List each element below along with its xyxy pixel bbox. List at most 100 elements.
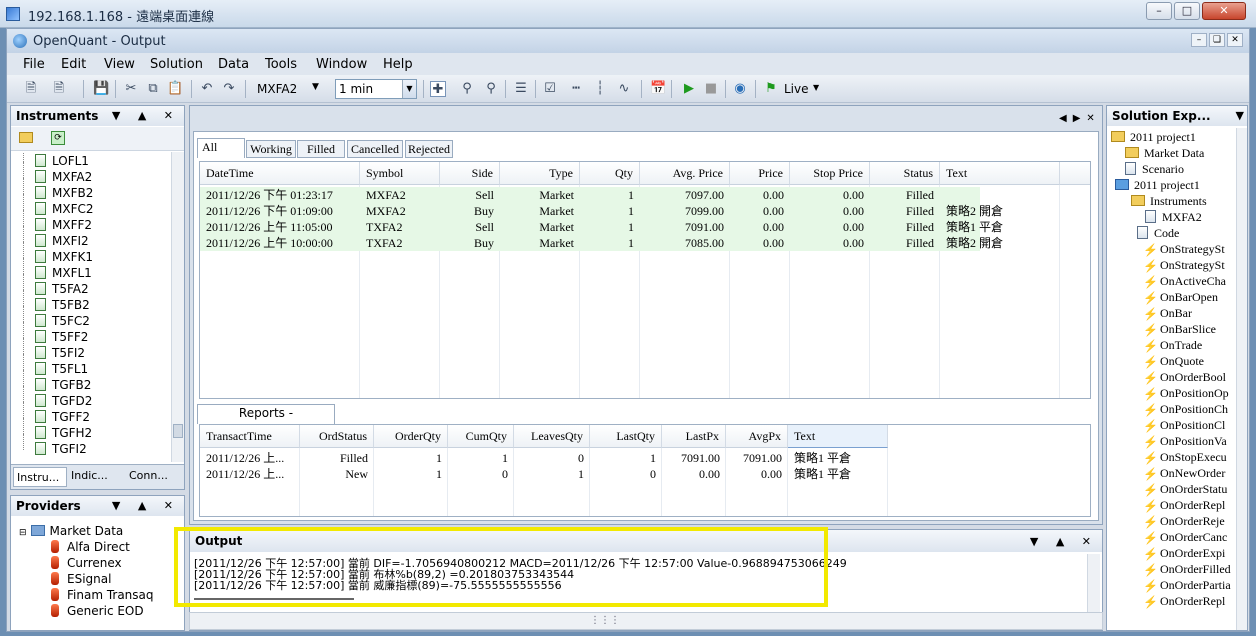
solution-tree-item[interactable]: ⚡ OnActiveCha — [1143, 274, 1226, 289]
order-tab-working[interactable]: Working — [246, 140, 296, 158]
solution-tree-item[interactable]: ⚡ OnOrderReje — [1143, 514, 1225, 529]
open-icon[interactable]: 🗎 — [51, 81, 67, 97]
solution-tree-item[interactable]: ⚡ OnOrderRepl — [1143, 594, 1225, 609]
globe-icon[interactable]: ◉ — [732, 81, 748, 97]
folder-icon[interactable] — [19, 131, 38, 145]
instrument-item[interactable]: MXFF2 — [23, 210, 92, 232]
order-tab-cancelled[interactable]: Cancelled — [347, 140, 403, 158]
solution-tree-item[interactable]: ⚡ OnOrderExpi — [1143, 546, 1225, 561]
solution-tree-item[interactable]: Instruments — [1131, 194, 1207, 209]
orders-column-header[interactable]: Text — [940, 162, 1060, 185]
solution-tree-item[interactable]: ⚡ OnOrderCanc — [1143, 530, 1227, 545]
solution-tree-item[interactable]: ⚡ OnOrderFilled — [1143, 562, 1231, 577]
output-hscrollbar[interactable]: ⋮⋮⋮ — [189, 612, 1103, 630]
instrument-item[interactable]: TGFD2 — [23, 386, 92, 408]
orders-column-header[interactable]: Price — [730, 162, 790, 185]
menu-view[interactable]: View — [104, 57, 135, 72]
orders-column-header[interactable]: Symbol — [360, 162, 440, 185]
solution-tree-item[interactable]: Scenario — [1125, 162, 1184, 177]
collapse-icon[interactable]: ⊟ — [19, 528, 27, 538]
zoom-in-icon[interactable]: ⚲ — [459, 81, 475, 97]
chevron-down-icon[interactable]: ▼ — [1236, 106, 1247, 126]
scrollbar-thumb[interactable] — [173, 424, 183, 438]
minimize-button[interactable]: – — [1146, 2, 1172, 20]
instruments-scrollbar[interactable] — [171, 152, 184, 462]
tab-scroll-icons[interactable]: ◀▶✕ — [1059, 113, 1101, 124]
provider-item[interactable]: Finam Transaq — [51, 588, 154, 602]
close-button[interactable]: ✕ — [1202, 2, 1246, 20]
order-row[interactable]: 2011/12/26 上午 11:05:00 TXFA2 Sell Market 1 70… — [200, 219, 1003, 235]
refresh-icon[interactable]: ⟳ — [51, 131, 65, 145]
reports-column-header[interactable]: TransactTime — [200, 425, 300, 448]
chevron-down-icon[interactable]: ▼ — [402, 80, 416, 98]
instrument-item[interactable]: T5FB2 — [23, 290, 90, 312]
solution-tree-item[interactable]: Market Data — [1125, 146, 1204, 161]
solution-tree-item[interactable]: ⚡ OnBarSlice — [1143, 322, 1216, 337]
line-chart-icon[interactable]: ∿ — [616, 81, 632, 97]
reports-column-header[interactable]: OrdStatus — [300, 425, 374, 448]
crosshair-icon[interactable]: ✚ — [430, 81, 446, 97]
solution-tree-item[interactable]: ⚡ OnStrategySt — [1143, 258, 1225, 273]
order-tab-all[interactable]: All — [197, 138, 245, 158]
tab-connections[interactable]: Conn... — [129, 469, 168, 482]
calendar-icon[interactable]: 📅 — [650, 81, 666, 97]
menu-edit[interactable]: Edit — [61, 57, 86, 72]
menu-help[interactable]: Help — [383, 57, 413, 72]
flag-icon[interactable]: ⚑ — [763, 81, 779, 97]
panel-controls-icon[interactable]: ▼ ▲ ✕ — [112, 106, 180, 126]
instrument-item[interactable]: T5FA2 — [23, 274, 89, 296]
orders-column-header[interactable]: Status — [870, 162, 940, 185]
panel-controls-icon[interactable]: ▼ ▲ ✕ — [112, 496, 180, 516]
redo-icon[interactable]: ↷ — [221, 81, 237, 97]
report-row[interactable]: 2011/12/26 上... Filled 1 1 0 1 7091.00 7091.00 策… — [200, 450, 890, 466]
orders-column-header[interactable]: Avg. Price — [640, 162, 730, 185]
instrument-item[interactable]: MXFI2 — [23, 226, 89, 248]
tab-indicators[interactable]: Indic... — [71, 469, 108, 482]
undo-icon[interactable]: ↶ — [199, 81, 215, 97]
mdi-restore-button[interactable]: ❏ — [1209, 33, 1225, 47]
instrument-item[interactable]: TGFF2 — [23, 402, 90, 424]
order-row[interactable]: 2011/12/26 下午 01:09:00 MXFA2 Buy Market 1 709… — [200, 203, 1003, 219]
instrument-item[interactable]: T5FC2 — [23, 306, 90, 328]
instrument-item[interactable]: T5FL1 — [23, 354, 88, 376]
menu-solution[interactable]: Solution — [150, 57, 203, 72]
orders-column-header[interactable]: Stop Price — [790, 162, 870, 185]
solution-tree-item[interactable]: 2011 project1 — [1115, 178, 1200, 193]
reports-column-header[interactable]: LeavesQty — [514, 425, 590, 448]
instrument-item[interactable]: TGFI2 — [23, 434, 87, 456]
reports-column-header[interactable]: CumQty — [448, 425, 514, 448]
new-icon[interactable]: 🗎 — [23, 81, 39, 97]
mdi-minimize-button[interactable]: – — [1191, 33, 1207, 47]
stop-icon[interactable]: ■ — [703, 81, 719, 97]
mode-dropdown-arrow-icon[interactable]: ▼ — [813, 83, 819, 92]
solution-tree-item[interactable]: ⚡ OnOrderBool — [1143, 370, 1226, 385]
report-row[interactable]: 2011/12/26 上... New 1 0 1 0 0.00 0.00 策略1 平倉 — [200, 466, 890, 482]
order-tab-rejected[interactable]: Rejected — [405, 140, 453, 158]
provider-item[interactable]: Currenex — [51, 556, 122, 570]
solution-tree-item[interactable]: ⚡ OnOrderPartia — [1143, 578, 1231, 593]
tab-instruments[interactable]: Instru... — [13, 467, 67, 487]
instrument-item[interactable]: MXFL1 — [23, 258, 92, 280]
instrument-item[interactable]: T5FF2 — [23, 322, 88, 344]
reports-column-header[interactable]: LastQty — [590, 425, 662, 448]
reports-column-header[interactable]: LastPx — [662, 425, 726, 448]
solution-tree-item[interactable]: ⚡ OnQuote — [1143, 354, 1204, 369]
mode-label[interactable]: Live — [784, 82, 809, 96]
solution-tree-item[interactable]: ⚡ OnPositionVa — [1143, 434, 1227, 449]
solution-tree-item[interactable]: ⚡ OnPositionCl — [1143, 418, 1225, 433]
menu-file[interactable]: File — [23, 57, 45, 72]
instrument-item[interactable]: MXFC2 — [23, 194, 94, 216]
mdi-close-button[interactable]: ✕ — [1227, 33, 1243, 47]
menu-data[interactable]: Data — [218, 57, 249, 72]
solution-tree-item[interactable]: MXFA2 — [1145, 210, 1202, 225]
instrument-item[interactable]: MXFB2 — [23, 178, 93, 200]
order-tab-filled[interactable]: Filled — [297, 140, 345, 158]
orders-column-header[interactable]: DateTime — [200, 162, 360, 185]
solution-tree-item[interactable]: ⚡ OnOrderStatu — [1143, 482, 1227, 497]
zoom-out-icon[interactable]: ⚲ — [483, 81, 499, 97]
symbol-label[interactable]: MXFA2 — [257, 82, 297, 96]
solution-tree-item[interactable]: ⚡ OnPositionCh — [1143, 402, 1228, 417]
orders-column-header[interactable]: Qty — [580, 162, 640, 185]
solution-tree-item[interactable]: 2011 project1 — [1111, 130, 1196, 145]
copy-icon[interactable]: ⧉ — [145, 81, 161, 97]
